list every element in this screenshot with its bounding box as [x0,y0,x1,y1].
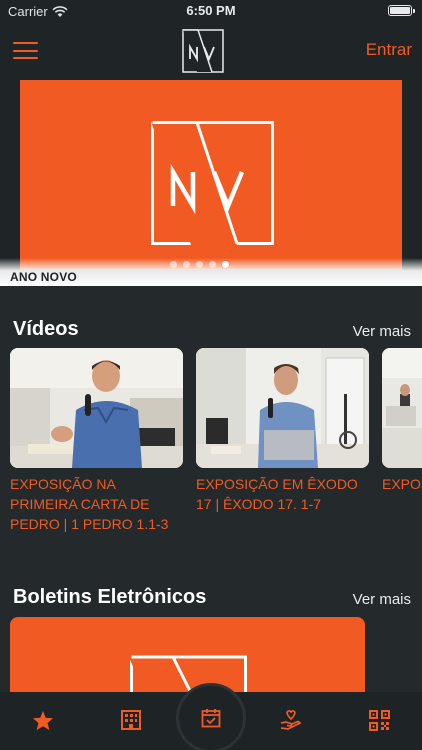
video-thumbnail[interactable] [196,348,369,468]
status-time: 6:50 PM [186,3,236,18]
building-icon[interactable] [118,707,144,733]
video-thumbnail[interactable] [382,348,422,468]
app-header: Entrar [0,22,422,78]
hero-banner[interactable] [20,80,402,270]
calendar-check-icon[interactable] [176,683,246,750]
carousel-dot[interactable] [170,261,177,268]
videos-carousel[interactable]: EXPOSIÇÃO NA PRIMEIRA CARTA DE PEDRO | 1… [10,348,422,538]
video-title[interactable]: EXPOSIÇÃO NA PRIMEIRA CARTA DE PEDRO | 1… [10,474,183,534]
menu-icon[interactable] [13,42,38,59]
carousel-dot-active[interactable] [222,261,229,268]
video-thumbnail[interactable] [10,348,183,468]
login-button[interactable]: Entrar [366,40,412,60]
videos-see-more-link[interactable]: Ver mais [353,323,411,340]
carousel-dot[interactable] [183,261,190,268]
video-thumbnail-image [10,348,183,468]
qr-code-icon[interactable] [366,707,392,733]
video-thumbnail-image [382,348,422,468]
hero-carousel[interactable]: ANO NOVO [0,78,422,286]
star-icon[interactable] [30,707,56,733]
banner-logo [151,121,274,245]
videos-title: Vídeos [13,318,79,340]
bulletins-title: Boletins Eletrônicos [13,586,207,608]
battery-icon [388,5,415,16]
hand-heart-icon[interactable] [278,707,304,733]
video-card[interactable]: EXPOSIÇÃO EM ÊXODO 17 | ÊXODO 17. 1-7 [196,348,369,514]
bulletins-see-more-link[interactable]: Ver mais [353,591,411,608]
video-thumbnail-image [196,348,369,468]
status-bar: Carrier 6:50 PM [0,0,422,22]
video-card[interactable]: EXPOS AOS F FILIPE [382,348,422,494]
video-title[interactable]: EXPOS AOS F FILIPE [382,474,422,494]
video-title[interactable]: EXPOSIÇÃO EM ÊXODO 17 | ÊXODO 17. 1-7 [196,474,369,514]
hero-caption: ANO NOVO [10,270,77,284]
carousel-dot[interactable] [209,261,216,268]
carousel-dots[interactable] [170,261,229,268]
carousel-dot[interactable] [196,261,203,268]
video-card[interactable]: EXPOSIÇÃO NA PRIMEIRA CARTA DE PEDRO | 1… [10,348,183,534]
logo[interactable] [182,29,224,73]
